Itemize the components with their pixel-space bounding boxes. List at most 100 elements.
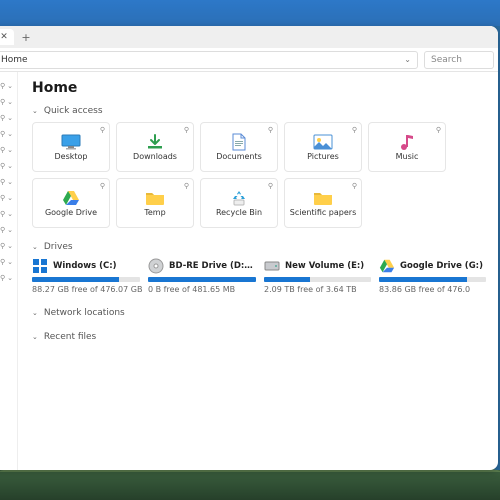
breadcrumb[interactable]: Home ⌄ — [0, 51, 418, 69]
quick-access-item[interactable]: ⚲Music — [368, 122, 446, 172]
pin-icon: ⚲ — [0, 242, 5, 250]
sidebar-item[interactable]: ⚲⌄ — [0, 270, 17, 286]
chevron-down-icon: ⌄ — [7, 258, 13, 266]
new-tab-button[interactable]: + — [18, 29, 34, 45]
sidebar-item[interactable]: ⚲⌄ — [0, 78, 17, 94]
pin-icon: ⚲ — [268, 182, 273, 190]
chevron-down-icon: ⌄ — [7, 146, 13, 154]
section-header-drives[interactable]: ⌄ Drives — [32, 242, 486, 252]
breadcrumb-text: Home — [1, 55, 28, 65]
quick-access-item[interactable]: ⚲ Desktop — [32, 122, 110, 172]
sidebar: ⚲⌄⚲⌄⚲⌄⚲⌄⚲⌄⚲⌄⚲⌄⚲⌄⚲⌄⚲⌄⚲⌄⚲⌄⚲⌄ — [0, 72, 18, 470]
pin-icon: ⚲ — [0, 226, 5, 234]
drive-item[interactable]: New Volume (E:)2.09 TB free of 3.64 TB — [264, 258, 371, 294]
pictures-icon — [313, 133, 333, 151]
drive-usage-bar — [148, 277, 256, 282]
sidebar-item[interactable]: ⚲⌄ — [0, 174, 17, 190]
pin-icon: ⚲ — [0, 258, 5, 266]
tab-bar: ✕ + — [0, 26, 498, 48]
pin-icon: ⚲ — [0, 274, 5, 282]
quick-access-item[interactable]: ⚲ Scientific papers — [284, 178, 362, 228]
quick-access-label: Pictures — [307, 153, 339, 161]
chevron-down-icon: ⌄ — [7, 130, 13, 138]
quick-access-grid: ⚲Desktop⚲Downloads⚲Documents⚲Pictures⚲Mu… — [32, 122, 486, 228]
pin-icon: ⚲ — [352, 182, 357, 190]
section-label: Network locations — [44, 308, 125, 318]
pin-icon: ⚲ — [0, 194, 5, 202]
drive-item[interactable]: Windows (C:) 88.27 GB free of 476.07 GB — [32, 258, 140, 294]
page-title: Home — [32, 80, 486, 96]
search-placeholder: Search — [431, 55, 462, 65]
drive-free-text: 0 B free of 481.65 MB — [148, 285, 256, 294]
chevron-down-icon: ⌄ — [32, 243, 38, 251]
section-header-network[interactable]: ⌄ Network locations — [32, 308, 486, 318]
quick-access-item[interactable]: ⚲ Downloads — [116, 122, 194, 172]
music-icon — [397, 133, 417, 151]
drive-usage-bar — [264, 277, 371, 282]
sidebar-item[interactable]: ⚲⌄ — [0, 142, 17, 158]
chevron-down-icon: ⌄ — [32, 333, 38, 341]
drive-name: Windows (C:) — [53, 261, 117, 271]
desktop-wallpaper-bottom — [0, 470, 500, 500]
chevron-down-icon: ⌄ — [32, 107, 38, 115]
quick-access-item[interactable]: ⚲Temp — [116, 178, 194, 228]
section-network: ⌄ Network locations — [32, 308, 486, 318]
quick-access-item[interactable]: ⚲ Recycle Bin — [200, 178, 278, 228]
chevron-down-icon: ⌄ — [7, 178, 13, 186]
drive-usage-bar — [379, 277, 486, 282]
section-recent: ⌄ Recent files — [32, 332, 486, 342]
drive-name: BD-RE Drive (D:) CyberLink — [169, 261, 256, 271]
plus-icon: + — [21, 31, 30, 44]
pin-icon: ⚲ — [0, 146, 5, 154]
section-label: Recent files — [44, 332, 96, 342]
quick-access-label: Desktop — [55, 153, 88, 161]
desktop-icon — [61, 133, 81, 151]
quick-access-label: Documents — [216, 153, 262, 161]
pin-icon: ⚲ — [0, 114, 5, 122]
section-label: Quick access — [44, 106, 103, 116]
pin-icon: ⚲ — [184, 126, 189, 134]
chevron-down-icon[interactable]: ⌄ — [404, 55, 411, 64]
pin-icon: ⚲ — [0, 210, 5, 218]
section-drives: ⌄ Drives Windows (C:) 88.27 GB free of 47… — [32, 242, 486, 294]
pin-icon: ⚲ — [100, 126, 105, 134]
section-quick-access: ⌄ Quick access ⚲ Desktop ⚲ Downloads ⚲ Docume… — [32, 106, 486, 228]
windows-icon — [32, 258, 48, 274]
tab-close-button[interactable]: ✕ — [0, 29, 14, 45]
quick-access-label: Downloads — [133, 153, 177, 161]
section-header-quick-access[interactable]: ⌄ Quick access — [32, 106, 486, 116]
drive-item[interactable]: Google Drive (G:)83.86 GB free of 476.0 — [379, 258, 486, 294]
sidebar-item[interactable]: ⚲⌄ — [0, 110, 17, 126]
sidebar-item[interactable]: ⚲⌄ — [0, 222, 17, 238]
drive-free-text: 88.27 GB free of 476.07 GB — [32, 285, 140, 294]
search-input[interactable]: Search — [424, 51, 494, 69]
quick-access-label: Recycle Bin — [216, 209, 262, 217]
sidebar-item[interactable]: ⚲⌄ — [0, 94, 17, 110]
chevron-down-icon: ⌄ — [7, 114, 13, 122]
sidebar-item[interactable]: ⚲⌄ — [0, 190, 17, 206]
downloads-icon — [145, 133, 165, 151]
chevron-down-icon: ⌄ — [7, 242, 13, 250]
drive-free-text: 2.09 TB free of 3.64 TB — [264, 285, 371, 294]
pin-icon: ⚲ — [0, 98, 5, 106]
recycle-icon — [229, 189, 249, 207]
quick-access-item[interactable]: ⚲Pictures — [284, 122, 362, 172]
sidebar-item[interactable]: ⚲⌄ — [0, 238, 17, 254]
close-icon: ✕ — [0, 32, 8, 42]
pin-icon: ⚲ — [0, 162, 5, 170]
gdrive-icon — [61, 189, 81, 207]
address-bar: Home ⌄ Search — [0, 48, 498, 72]
chevron-down-icon: ⌄ — [7, 226, 13, 234]
quick-access-item[interactable]: ⚲Google Drive — [32, 178, 110, 228]
section-header-recent[interactable]: ⌄ Recent files — [32, 332, 486, 342]
sidebar-item[interactable]: ⚲⌄ — [0, 206, 17, 222]
quick-access-item[interactable]: ⚲ Documents — [200, 122, 278, 172]
drive-item[interactable]: BD-RE Drive (D:) CyberLink 0 B free of 48… — [148, 258, 256, 294]
quick-access-label: Google Drive — [45, 209, 97, 217]
pin-icon: ⚲ — [268, 126, 273, 134]
sidebar-item[interactable]: ⚲⌄ — [0, 254, 17, 270]
sidebar-item[interactable]: ⚲⌄ — [0, 126, 17, 142]
section-label: Drives — [44, 242, 73, 252]
quick-access-label: Scientific papers — [290, 209, 356, 217]
sidebar-item[interactable]: ⚲⌄ — [0, 158, 17, 174]
